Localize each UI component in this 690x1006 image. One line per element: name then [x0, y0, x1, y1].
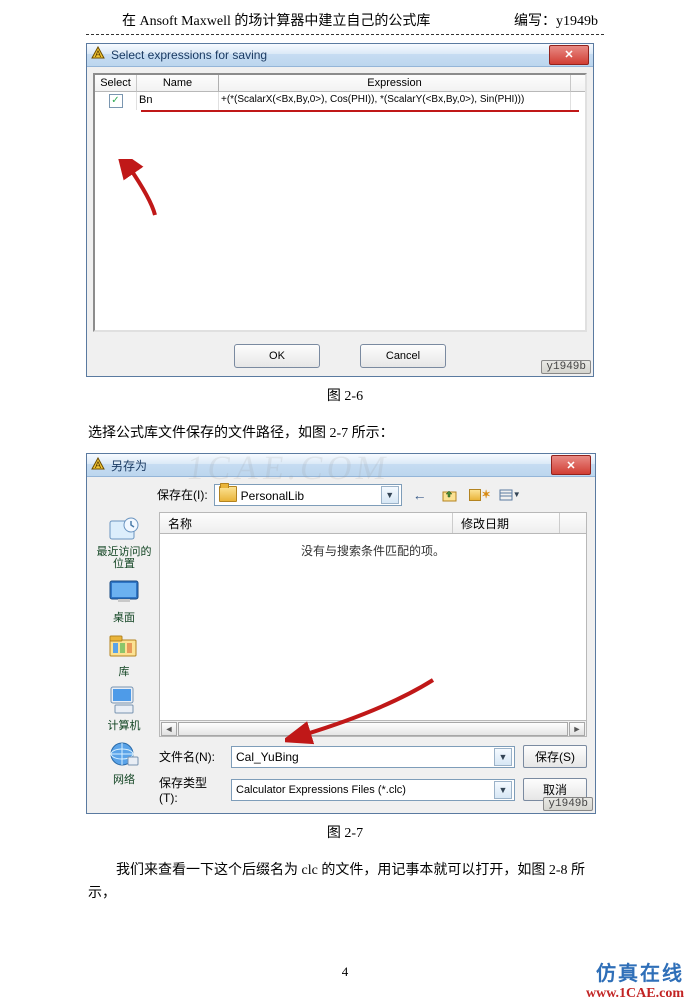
- chevron-down-icon[interactable]: ▼: [494, 781, 512, 799]
- horizontal-scrollbar[interactable]: ◄ ►: [159, 721, 587, 737]
- sidebar-desktop-label: 桌面: [113, 609, 135, 625]
- doc-title: 在 Ansoft Maxwell 的场计算器中建立自己的公式库: [122, 10, 430, 30]
- figure-caption-26: 图 2-6: [86, 385, 604, 405]
- sidebar-recent[interactable]: 最近访问的位置: [95, 514, 153, 570]
- col-date[interactable]: 修改日期: [453, 513, 560, 533]
- annotation-arrow-icon: [115, 159, 165, 219]
- sidebar-desktop[interactable]: 桌面: [107, 577, 141, 625]
- back-icon[interactable]: ←: [408, 483, 432, 506]
- col-name[interactable]: Name: [137, 75, 219, 92]
- watermark-label: y1949b: [541, 360, 591, 374]
- libraries-icon: [107, 631, 141, 661]
- background-watermark: 1CAE.COM: [184, 450, 392, 488]
- ansoft-icon: A: [91, 46, 105, 63]
- watermark-label: y1949b: [543, 797, 593, 811]
- save-in-folder: PersonalLib: [241, 489, 304, 503]
- col-filename[interactable]: 名称: [160, 513, 453, 533]
- svg-text:A: A: [95, 49, 101, 59]
- row-checkbox[interactable]: ✓: [109, 94, 123, 108]
- brand-cn: 仿真在线: [586, 957, 684, 986]
- network-icon: [107, 739, 141, 769]
- views-icon[interactable]: ▼: [498, 483, 522, 506]
- filename-input[interactable]: Cal_YuBing ▼: [231, 746, 515, 768]
- computer-icon: [107, 685, 141, 715]
- filetype-combo[interactable]: Calculator Expressions Files (*.clc) ▼: [231, 779, 515, 801]
- empty-text: 没有与搜索条件匹配的项。: [301, 542, 445, 559]
- save-as-window: 1CAE.COM A 另存为 ✕ 保存在(I): PersonalLib ▼ ←: [86, 453, 596, 814]
- filename-label: 文件名(N):: [159, 748, 223, 765]
- doc-author: 编写：y1949b: [514, 10, 598, 30]
- desktop-icon: [107, 577, 141, 607]
- sidebar-libraries-label: 库: [119, 663, 130, 679]
- filetype-value: Calculator Expressions Files (*.clc): [236, 784, 406, 796]
- close-icon[interactable]: ✕: [549, 45, 589, 65]
- header-divider: [86, 34, 604, 35]
- row-expression[interactable]: +(*(ScalarX(<Bx,By,0>), Cos(PHI)), *(Sca…: [219, 92, 571, 110]
- ok-button[interactable]: OK: [234, 344, 320, 368]
- sidebar-network[interactable]: 网络: [107, 739, 141, 787]
- scroll-left-icon[interactable]: ◄: [161, 722, 177, 736]
- places-sidebar: 最近访问的位置 桌面 库: [95, 512, 153, 805]
- col-extra[interactable]: [560, 513, 586, 533]
- sidebar-computer[interactable]: 计算机: [107, 685, 141, 733]
- up-folder-icon[interactable]: [438, 483, 462, 506]
- annotation-underline: [141, 110, 579, 112]
- chevron-down-icon[interactable]: ▼: [494, 748, 512, 766]
- sidebar-computer-label: 计算机: [108, 717, 141, 733]
- figure-caption-27: 图 2-7: [86, 822, 604, 842]
- filetype-label: 保存类型(T):: [159, 774, 223, 805]
- expression-table: Select Name Expression ✓ Bn +(*(ScalarX(…: [93, 73, 587, 332]
- folder-icon: [219, 486, 237, 502]
- svg-text:A: A: [95, 460, 101, 470]
- sidebar-network-label: 网络: [113, 771, 135, 787]
- sidebar-libraries[interactable]: 库: [107, 631, 141, 679]
- window-title: Select expressions for saving: [111, 48, 543, 62]
- col-expression[interactable]: Expression: [219, 75, 571, 92]
- close-icon[interactable]: ✕: [551, 455, 591, 475]
- chevron-down-icon[interactable]: ▼: [381, 486, 399, 504]
- brand-url: www.1CAE.com: [586, 986, 684, 1002]
- row-name[interactable]: Bn: [137, 92, 219, 110]
- cancel-button[interactable]: Cancel: [360, 344, 446, 368]
- recent-icon: [107, 514, 141, 544]
- paragraph-2: 我们来查看一下这个后缀名为 clc 的文件，用记事本就可以打开，如图 2-8 所…: [88, 860, 602, 905]
- select-expressions-window: A Select expressions for saving ✕ Select…: [86, 43, 594, 377]
- page-number: 4: [342, 964, 349, 980]
- col-select[interactable]: Select: [95, 75, 137, 92]
- file-list[interactable]: 没有与搜索条件匹配的项。: [159, 534, 587, 721]
- sidebar-recent-label: 最近访问的位置: [95, 546, 153, 570]
- scroll-gutter: [571, 75, 585, 92]
- scroll-thumb[interactable]: [178, 722, 568, 736]
- paragraph-1: 选择公式库文件保存的文件路径，如图 2-7 所示：: [88, 423, 602, 445]
- ansoft-icon: A: [91, 457, 105, 474]
- new-folder-icon[interactable]: ✶: [468, 483, 492, 506]
- save-button[interactable]: 保存(S): [523, 745, 587, 768]
- save-in-label: 保存在(I):: [157, 486, 208, 503]
- site-brand: 仿真在线 www.1CAE.com: [586, 957, 684, 1002]
- scroll-right-icon[interactable]: ►: [569, 722, 585, 736]
- filename-value: Cal_YuBing: [236, 750, 299, 764]
